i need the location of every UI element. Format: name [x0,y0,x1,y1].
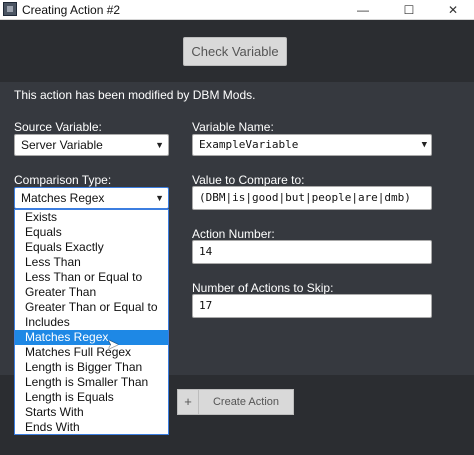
dropdown-option[interactable]: Equals [15,225,168,240]
comparison-type-value: Matches Regex [21,191,105,205]
close-button[interactable]: ✕ [430,0,474,20]
top-toolbar: Check Variable [0,20,474,82]
value-compare-label: Value to Compare to: [192,173,305,187]
minimize-button[interactable]: — [340,0,386,20]
dropdown-option[interactable]: Includes [15,315,168,330]
dropdown-option[interactable]: Matches Full Regex [15,345,168,360]
action-number-input[interactable]: 14 [192,240,432,264]
action-number-label: Action Number: [192,227,275,241]
chevron-down-icon: ▼ [421,140,427,150]
dropdown-option[interactable]: Matches Regex [15,330,168,345]
dropdown-option[interactable]: Less Than or Equal to [15,270,168,285]
actions-to-skip-input[interactable]: 17 [192,294,432,318]
dropdown-option[interactable]: Ends With [15,420,168,435]
title-bar: Creating Action #2 — ☐ ✕ [0,0,474,20]
source-variable-label: Source Variable: [14,120,102,134]
dropdown-option[interactable]: Exists [15,210,168,225]
variable-name-value: ExampleVariable [199,138,299,151]
window-title: Creating Action #2 [22,3,121,17]
comparison-type-dropdown[interactable]: Exists Equals Equals Exactly Less Than Less … [14,209,169,435]
source-variable-value: Server Variable [21,138,103,152]
comparison-type-select[interactable]: Matches Regex ▼ [14,187,169,209]
dropdown-option[interactable]: Length is Equals [15,390,168,405]
chevron-down-icon: ▼ [155,140,164,150]
dropdown-option[interactable]: Length is Bigger Than [15,360,168,375]
variable-name-select[interactable]: ExampleVariable ▼ [192,134,432,156]
create-action-button[interactable]: Create Action [199,389,294,415]
dropdown-option[interactable]: Length is Smaller Than [15,375,168,390]
comparison-type-label: Comparison Type: [14,173,112,187]
variable-name-label: Variable Name: [192,120,274,134]
chevron-down-icon: ▼ [155,193,164,203]
mod-note: This action has been modified by DBM Mod… [14,88,256,102]
mouse-pointer-icon: ➤ [107,336,119,352]
source-variable-select[interactable]: Server Variable ▼ [14,134,169,156]
check-variable-button[interactable]: Check Variable [183,37,287,66]
dropdown-option[interactable]: Less Than [15,255,168,270]
dropdown-option[interactable]: Greater Than [15,285,168,300]
plus-icon[interactable]: + [177,389,199,415]
value-compare-input[interactable]: (DBM|is|good|but|people|are|dmb) [192,186,432,210]
app-icon [3,2,17,16]
maximize-button[interactable]: ☐ [386,0,432,20]
actions-to-skip-label: Number of Actions to Skip: [192,281,334,295]
dropdown-option[interactable]: Greater Than or Equal to [15,300,168,315]
dropdown-option[interactable]: Starts With [15,405,168,420]
dropdown-option[interactable]: Equals Exactly [15,240,168,255]
